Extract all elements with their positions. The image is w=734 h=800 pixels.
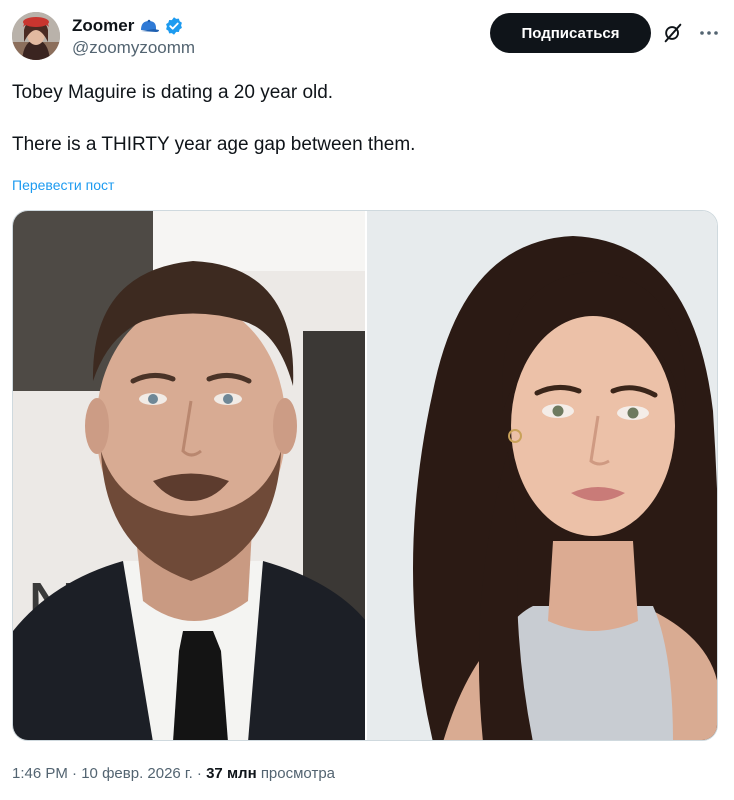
post-meta: 1:46 PM · 10 февр. 2026 г. · 37 млн прос… [12,765,335,782]
translate-post-link[interactable]: Перевести пост [12,177,114,193]
views-count: 37 млн [206,765,257,782]
avatar[interactable] [12,12,60,60]
author-block: Zoomer @zoomyzoomm [72,15,195,58]
post-text-line-1: Tobey Maguire is dating a 20 year old. [12,82,334,103]
post-media[interactable]: N [12,210,718,741]
author-name[interactable]: Zoomer [72,16,134,36]
grok-icon[interactable] [662,22,684,44]
avatar-image [12,12,60,60]
more-options-icon[interactable] [697,21,721,45]
post-header: Zoomer @zoomyzoomm Подписаться [12,12,722,64]
post-time[interactable]: 1:46 PM [12,765,68,782]
cap-emoji-icon [138,18,160,34]
verified-badge-icon[interactable] [164,16,184,36]
post-text-line-2: There is a THIRTY year age gap between t… [12,134,416,155]
views-label: просмотра [260,765,335,782]
woman-photo [366,211,717,740]
author-name-row: Zoomer [72,15,195,37]
post-date[interactable]: 10 февр. 2026 г. [81,765,193,782]
meta-separator-2: · [196,765,202,782]
author-handle[interactable]: @zoomyzoomm [72,38,195,58]
meta-separator-1: · [72,765,78,782]
media-image: N [13,211,717,740]
follow-button[interactable]: Подписаться [490,13,651,53]
man-photo: N [13,211,366,740]
post-text: Tobey Maguire is dating a 20 year old. T… [12,80,712,158]
